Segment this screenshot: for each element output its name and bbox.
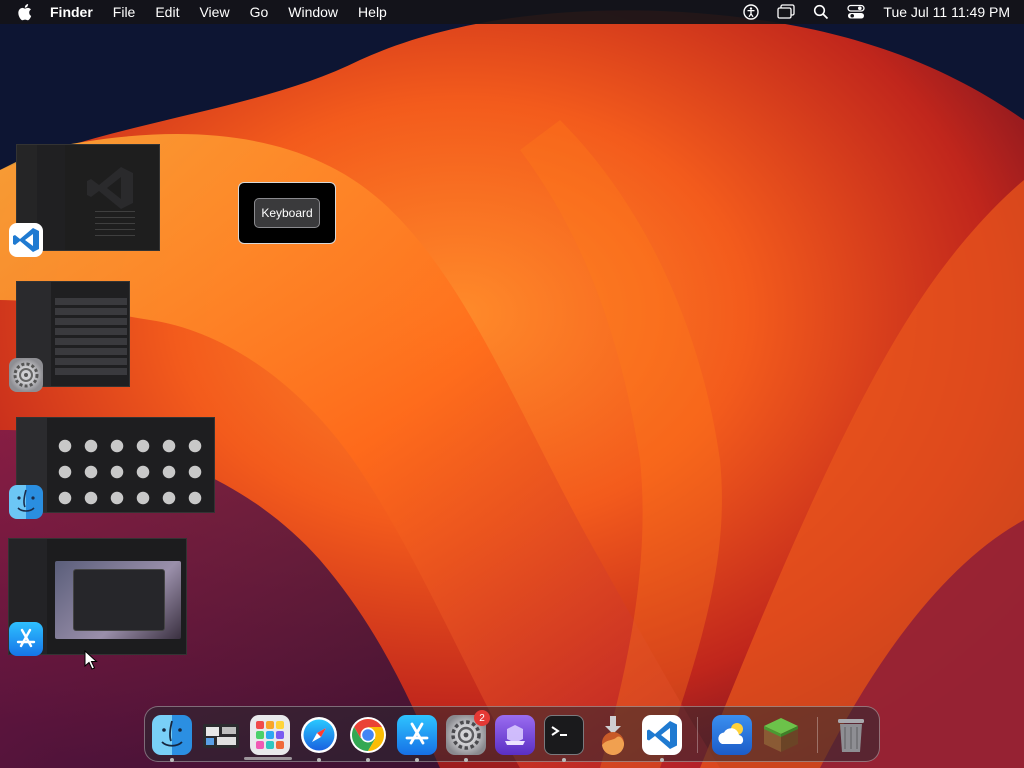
vscode-icon (9, 223, 43, 257)
thumbnail-shortcut-lines (95, 211, 135, 241)
running-indicator (366, 758, 370, 762)
dock-purple-app-icon[interactable] (495, 715, 535, 755)
thumbnail-rows (55, 298, 127, 378)
dock-installer-icon[interactable] (593, 715, 633, 756)
dock-chrome-icon[interactable] (348, 715, 388, 755)
dock-launchpad-icon[interactable] (250, 715, 290, 755)
running-indicator (415, 758, 419, 762)
running-indicator (170, 758, 174, 762)
menu-go[interactable]: Go (250, 0, 269, 24)
mouse-cursor-icon (84, 650, 98, 670)
menu-bar: Finder File Edit View Go Window Help Tue… (0, 0, 1024, 24)
app-store-icon (9, 622, 43, 656)
dock-terminal-icon[interactable] (544, 715, 584, 755)
thumbnail-app-grid (57, 438, 214, 508)
keyboard-tooltip: Keyboard (238, 182, 336, 244)
dock-vscode-icon[interactable] (642, 715, 682, 755)
menu-file[interactable]: File (113, 0, 136, 24)
keyboard-button[interactable]: Keyboard (254, 198, 320, 228)
window-thumbnail-finder[interactable] (16, 417, 215, 513)
system-settings-icon (9, 358, 43, 392)
spotlight-search-icon[interactable] (813, 4, 829, 20)
accessibility-icon[interactable] (743, 4, 760, 20)
dock-weather-icon[interactable] (712, 715, 752, 755)
dock-safari-icon[interactable] (299, 715, 339, 755)
menu-clock[interactable]: Tue Jul 11 11:49 PM (883, 4, 1010, 20)
screen-mirroring-icon[interactable] (777, 4, 796, 20)
menu-app-name[interactable]: Finder (50, 0, 93, 24)
running-indicator (464, 758, 468, 762)
running-indicator (562, 758, 566, 762)
menu-edit[interactable]: Edit (155, 0, 179, 24)
control-center-icon[interactable] (847, 4, 866, 20)
apple-menu-icon[interactable] (18, 3, 36, 21)
thumbnail-dialog (73, 569, 165, 631)
dock-mission-control-icon[interactable] (201, 715, 241, 755)
dock-scroll-indicator (244, 757, 292, 760)
notification-badge: 2 (474, 710, 490, 726)
dock-separator (697, 717, 698, 753)
menu-help[interactable]: Help (358, 0, 387, 24)
running-indicator (660, 758, 664, 762)
vscode-watermark-icon (87, 167, 133, 209)
dock-finder-icon[interactable] (152, 715, 192, 755)
dock: 2 (144, 706, 880, 762)
menu-view[interactable]: View (199, 0, 229, 24)
menu-window[interactable]: Window (288, 0, 338, 24)
dock-separator (817, 717, 818, 753)
dock-minecraft-icon[interactable] (761, 715, 801, 755)
running-indicator (317, 758, 321, 762)
dock-trash-icon[interactable] (831, 715, 871, 755)
finder-icon (9, 485, 43, 519)
dock-app-store-icon[interactable] (397, 715, 437, 755)
